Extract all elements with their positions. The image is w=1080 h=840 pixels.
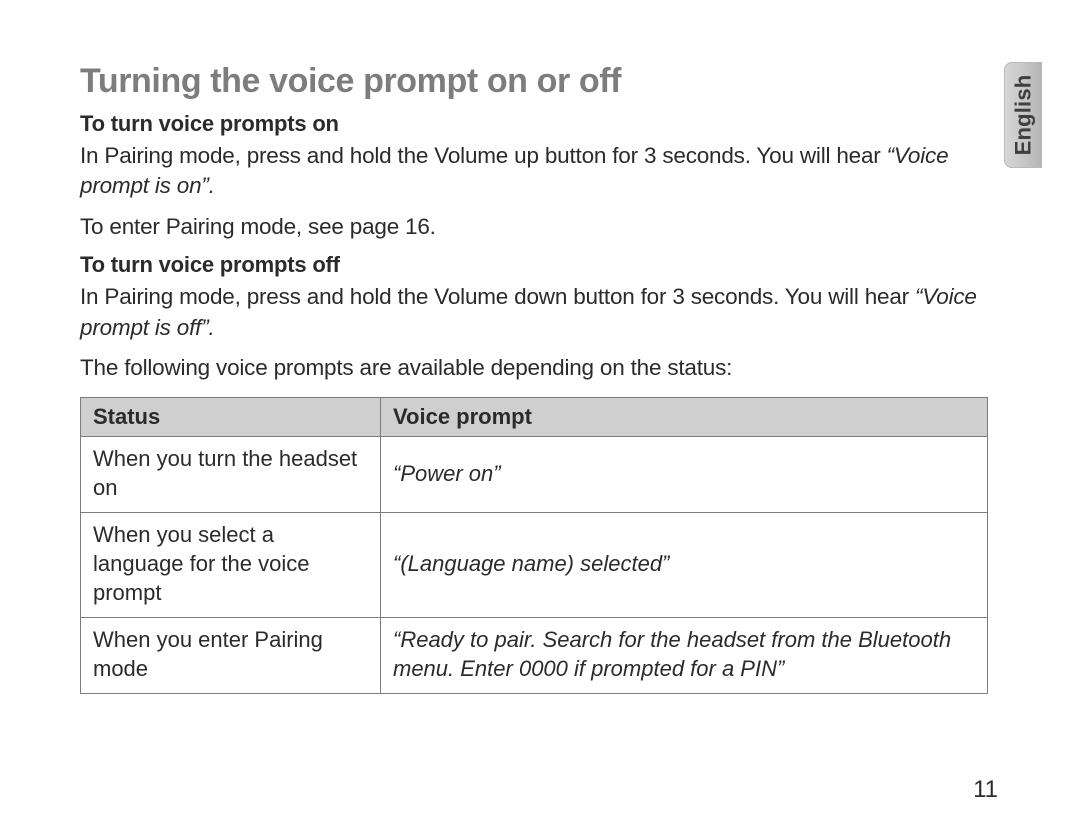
- table-header-status: Status: [81, 398, 381, 437]
- paragraph-on-2: To enter Pairing mode, see page 16.: [80, 212, 1000, 242]
- manual-page: English Turning the voice prompt on or o…: [0, 0, 1080, 840]
- page-content: Turning the voice prompt on or off To tu…: [80, 62, 1000, 694]
- table-cell-status: When you enter Pairing mode: [81, 618, 381, 694]
- page-number: 11: [973, 776, 998, 804]
- paragraph-off-2: The following voice prompts are availabl…: [80, 353, 1000, 383]
- table-cell-prompt: “Ready to pair. Search for the headset f…: [381, 618, 988, 694]
- paragraph-off-1: In Pairing mode, press and hold the Volu…: [80, 282, 1000, 343]
- table-cell-status: When you turn the headset on: [81, 437, 381, 513]
- subheading-off: To turn voice prompts off: [80, 252, 1000, 278]
- table-header-prompt: Voice prompt: [381, 398, 988, 437]
- text-on-1: In Pairing mode, press and hold the Volu…: [80, 143, 887, 168]
- voice-prompt-table: Status Voice prompt When you turn the he…: [80, 397, 988, 694]
- table-cell-status: When you select a language for the voice…: [81, 513, 381, 618]
- table-row: When you select a language for the voice…: [81, 513, 988, 618]
- table-row: When you turn the headset on “Power on”: [81, 437, 988, 513]
- table-header-row: Status Voice prompt: [81, 398, 988, 437]
- subheading-on: To turn voice prompts on: [80, 111, 1000, 137]
- language-tab-label: English: [1010, 75, 1036, 156]
- paragraph-on-1: In Pairing mode, press and hold the Volu…: [80, 141, 1000, 202]
- table-row: When you enter Pairing mode “Ready to pa…: [81, 618, 988, 694]
- table-cell-prompt: “(Language name) selected”: [381, 513, 988, 618]
- page-title: Turning the voice prompt on or off: [80, 62, 1000, 101]
- language-tab: English: [1004, 62, 1042, 168]
- text-off-1: In Pairing mode, press and hold the Volu…: [80, 284, 915, 309]
- table-cell-prompt: “Power on”: [381, 437, 988, 513]
